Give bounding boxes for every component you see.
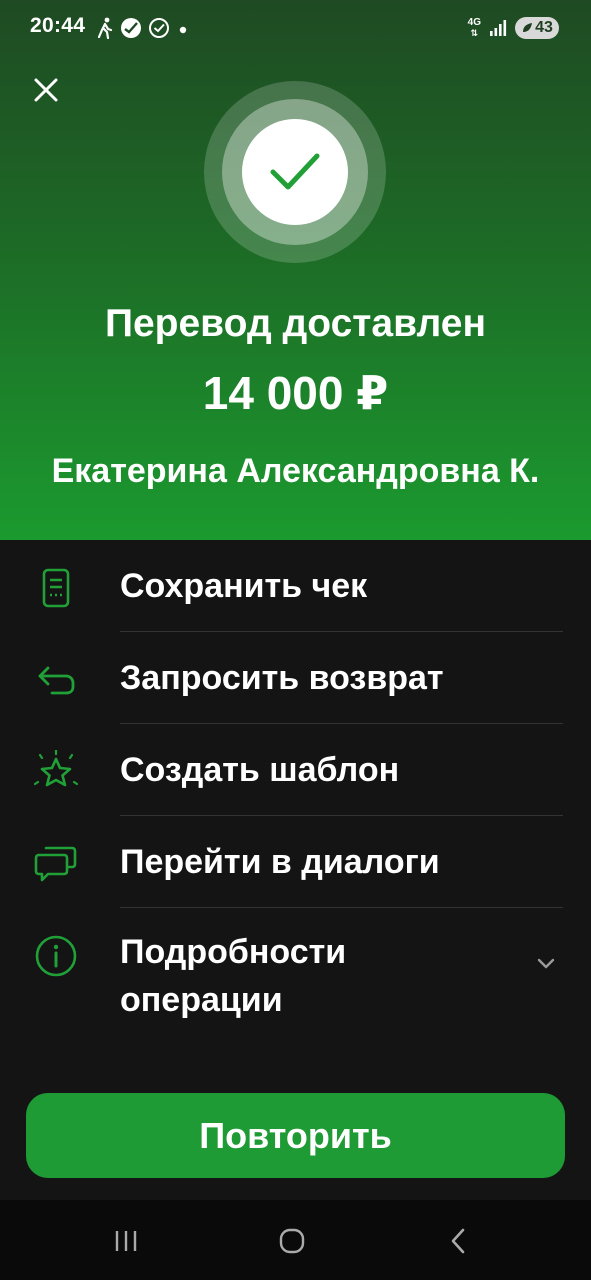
- network-indicator: 4G ⇅: [467, 17, 481, 39]
- home-button[interactable]: [272, 1224, 312, 1258]
- request-refund-button[interactable]: Запросить возврат: [0, 632, 591, 724]
- save-receipt-label: Сохранить чек: [120, 567, 368, 605]
- status-time: 20:44: [30, 14, 86, 37]
- chat-icon: [34, 842, 78, 886]
- go-to-dialogs-button[interactable]: Перейти в диалоги: [0, 816, 591, 908]
- network-type: 4G: [467, 17, 481, 28]
- go-to-dialogs-label: Перейти в диалоги: [120, 843, 440, 881]
- signal-icon: [490, 20, 507, 36]
- close-button[interactable]: [30, 74, 62, 106]
- create-template-label: Создать шаблон: [120, 751, 400, 789]
- status-bar: 20:44 4G ⇅ 43: [0, 0, 591, 56]
- chevron-down-icon: [535, 952, 557, 974]
- back-icon: [451, 1228, 465, 1254]
- receipt-icon: [34, 566, 78, 610]
- close-icon: [34, 78, 58, 102]
- save-receipt-button[interactable]: Сохранить чек: [0, 540, 591, 632]
- battery-level: 43: [535, 19, 553, 36]
- status-right: 4G ⇅ 43: [468, 14, 559, 42]
- battery-indicator: 43: [515, 17, 559, 39]
- system-nav-bar: [0, 1200, 591, 1280]
- success-badge: [204, 81, 386, 263]
- operation-details-label: Подробности операции: [120, 933, 347, 1019]
- walking-icon: [97, 17, 113, 39]
- recipient-name: Екатерина Александровна К.: [51, 452, 540, 490]
- success-hero: 20:44 4G ⇅ 43 Перевод доставлен 14 000 ₽…: [0, 0, 591, 540]
- checkmark-icon: [270, 153, 320, 190]
- status-icons: [96, 14, 190, 42]
- notification-dot-icon: [179, 26, 187, 34]
- sber-icon: [121, 18, 141, 38]
- transfer-status-title: Перевод доставлен: [104, 302, 487, 345]
- repeat-button[interactable]: Повторить: [26, 1093, 565, 1178]
- create-template-button[interactable]: Создать шаблон: [0, 724, 591, 816]
- recent-apps-button[interactable]: [106, 1224, 146, 1258]
- battery-saver-icon: [523, 23, 533, 32]
- recent-apps-icon: [115, 1231, 137, 1251]
- back-button[interactable]: [438, 1224, 478, 1258]
- home-icon: [279, 1228, 305, 1254]
- info-icon: [34, 934, 78, 978]
- operation-details-toggle[interactable]: Подробности операции: [0, 908, 591, 1048]
- check-circle-icon: [149, 18, 169, 38]
- return-arrow-icon: [34, 658, 78, 702]
- star-icon: [34, 750, 78, 794]
- request-refund-label: Запросить возврат: [120, 659, 444, 697]
- transfer-amount: 14 000 ₽: [202, 367, 389, 419]
- action-list: Сохранить чек Запросить возврат Создать …: [0, 540, 591, 1048]
